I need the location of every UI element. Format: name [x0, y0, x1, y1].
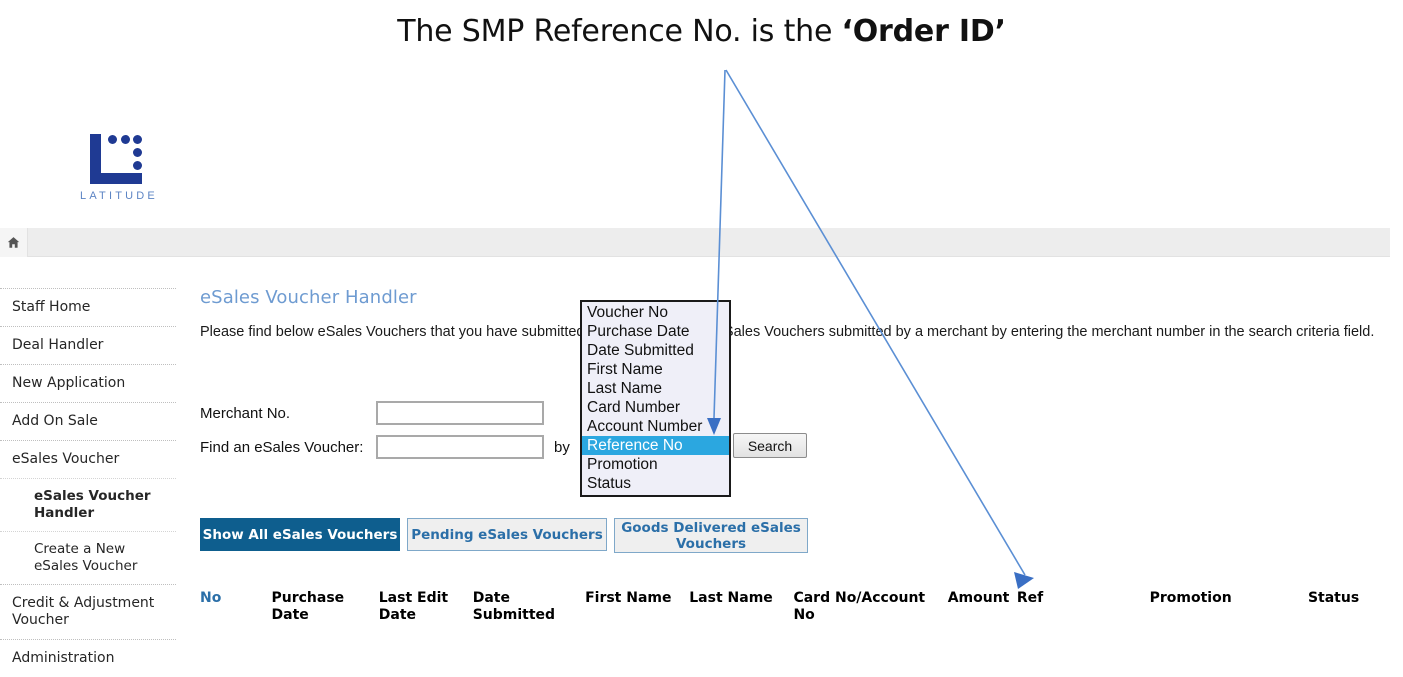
- sidebar-item-deal-handler[interactable]: Deal Handler: [0, 326, 176, 364]
- column-header-last-edit-date: Last Edit Date: [378, 590, 449, 623]
- voucher-filter-tabs: Show All eSales Vouchers Pending eSales …: [200, 518, 808, 553]
- merchant-no-input[interactable]: [376, 401, 544, 425]
- sidebar-item-label: Add On Sale: [12, 413, 98, 429]
- column-header-purchase-date: Purchase Date: [271, 590, 345, 623]
- find-voucher-label: Find an eSales Voucher:: [200, 438, 364, 456]
- sidebar-item-administration[interactable]: Administration: [0, 639, 176, 677]
- column-header-no[interactable]: No: [200, 590, 272, 624]
- listbox-option-date-submitted[interactable]: Date Submitted: [582, 341, 729, 360]
- latitude-logo-mark: [88, 132, 150, 184]
- annotation-title: The SMP Reference No. is the ‘Order ID’: [0, 12, 1403, 52]
- column-header-promotion: Promotion: [1149, 590, 1232, 606]
- home-button[interactable]: [0, 228, 28, 257]
- merchant-no-label: Merchant No.: [200, 404, 291, 422]
- latitude-logo: LATITUDE: [64, 132, 174, 212]
- find-voucher-row: Find an eSales Voucher: by: [200, 430, 570, 464]
- sidebar-item-label: Deal Handler: [12, 337, 104, 353]
- table-header-row: No Purchase Date Last Edit Date Date Sub…: [200, 590, 1400, 624]
- sidebar-item-esales-voucher-handler[interactable]: eSales Voucher Handler: [0, 478, 176, 531]
- logo-dot-2: [121, 135, 130, 144]
- column-header-date-submitted: Date Submitted: [472, 590, 556, 623]
- listbox-option-purchase-date[interactable]: Purchase Date: [582, 322, 729, 341]
- listbox-option-voucher-no[interactable]: Voucher No: [582, 303, 729, 322]
- latitude-wordmark: LATITUDE: [80, 190, 158, 202]
- sidebar-item-staff-home[interactable]: Staff Home: [0, 288, 176, 326]
- sidebar-item-label: New Application: [12, 375, 126, 391]
- arrow-head-to-ref-column: [1014, 572, 1034, 589]
- sidebar-item-create-new-esales-voucher[interactable]: Create a New eSales Voucher: [0, 531, 176, 584]
- sidebar-subitem-label: eSales Voucher Handler: [34, 488, 151, 521]
- listbox-option-reference-no[interactable]: Reference No: [582, 436, 729, 455]
- sidebar-subitem-label: Create a New eSales Voucher: [34, 541, 138, 574]
- listbox-option-card-number[interactable]: Card Number: [582, 398, 729, 417]
- page-description: Please find below eSales Vouchers that y…: [200, 324, 1375, 340]
- search-form: Merchant No. Find an eSales Voucher: by: [200, 396, 570, 464]
- listbox-option-first-name[interactable]: First Name: [582, 360, 729, 379]
- listbox-option-promotion[interactable]: Promotion: [582, 455, 729, 474]
- column-header-status: Status: [1307, 590, 1360, 606]
- find-voucher-input[interactable]: [376, 435, 544, 459]
- tab-goods-delivered-esales-vouchers[interactable]: Goods Delivered eSales Vouchers: [614, 518, 808, 553]
- annotation-title-plain: The SMP Reference No. is the: [397, 14, 842, 49]
- page-title: eSales Voucher Handler: [200, 287, 417, 308]
- logo-dot-5: [133, 161, 142, 170]
- column-header-card-no-account-no: Card No/Account No: [793, 590, 926, 623]
- logo-l-horizontal-bar: [90, 173, 142, 184]
- column-header-first-name: First Name: [585, 590, 672, 606]
- sidebar-nav: Staff Home Deal Handler New Application …: [0, 288, 176, 677]
- listbox-option-last-name[interactable]: Last Name: [582, 379, 729, 398]
- search-button[interactable]: Search: [733, 433, 807, 458]
- logo-dot-1: [108, 135, 117, 144]
- tab-pending-esales-vouchers[interactable]: Pending eSales Vouchers: [407, 518, 607, 551]
- column-header-ref: Ref: [1016, 590, 1044, 606]
- annotation-title-emphasis: ‘Order ID’: [841, 14, 1006, 49]
- home-icon: [7, 237, 20, 248]
- esales-vouchers-table: No Purchase Date Last Edit Date Date Sub…: [200, 590, 1400, 624]
- sidebar-item-label: Staff Home: [12, 299, 91, 315]
- top-nav-bar: [0, 228, 1390, 257]
- sidebar-item-new-application[interactable]: New Application: [0, 364, 176, 402]
- logo-dot-3: [133, 135, 142, 144]
- search-criteria-listbox[interactable]: Voucher No Purchase Date Date Submitted …: [580, 300, 731, 497]
- column-header-last-name: Last Name: [689, 590, 773, 606]
- listbox-option-account-number[interactable]: Account Number: [582, 417, 729, 436]
- sidebar-item-esales-voucher[interactable]: eSales Voucher: [0, 440, 176, 478]
- sidebar-item-label: Administration: [12, 650, 115, 666]
- logo-dot-4: [133, 148, 142, 157]
- listbox-option-status[interactable]: Status: [582, 474, 729, 493]
- column-header-amount: Amount: [947, 590, 1010, 606]
- by-label: by: [554, 438, 570, 456]
- sidebar-item-credit-adjustment-voucher[interactable]: Credit & Adjustment Voucher: [0, 584, 176, 639]
- merchant-no-row: Merchant No.: [200, 396, 570, 430]
- sidebar-item-add-on-sale[interactable]: Add On Sale: [0, 402, 176, 440]
- sidebar-item-label: Credit & Adjustment Voucher: [12, 595, 155, 628]
- tab-show-all-esales-vouchers[interactable]: Show All eSales Vouchers: [200, 518, 400, 551]
- sidebar-item-label: eSales Voucher: [12, 451, 120, 467]
